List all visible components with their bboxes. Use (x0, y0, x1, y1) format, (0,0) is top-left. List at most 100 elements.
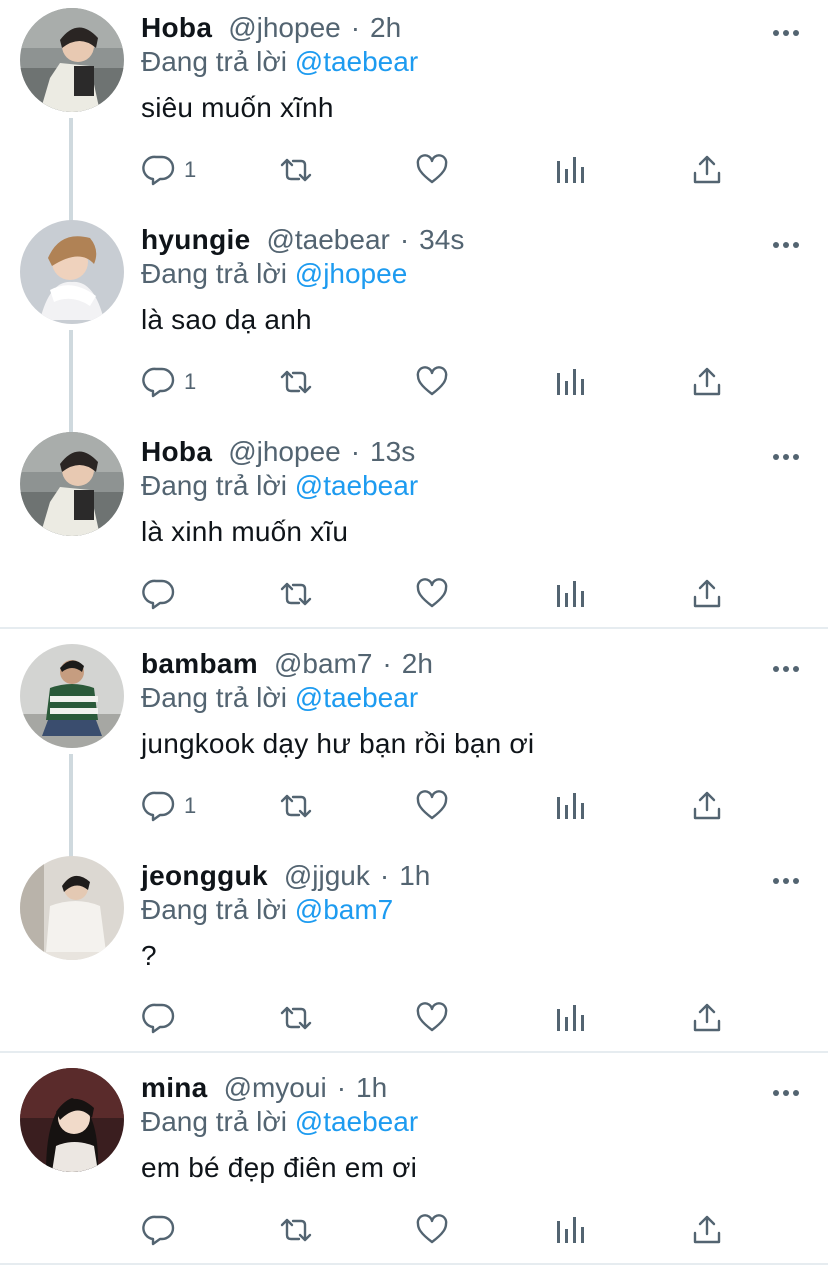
tweet[interactable]: Hoba @jhopee · 2h Đang trả lời @taebear … (0, 0, 828, 212)
like-button[interactable] (415, 1206, 449, 1254)
author-name[interactable]: Hoba (141, 436, 212, 468)
tweet-text: siêu muốn xĩnh (141, 92, 334, 123)
like-icon (415, 1001, 449, 1035)
more-icon[interactable] (772, 1084, 800, 1096)
tweet[interactable]: hyungie @taebear · 34s Đang trả lời @jho… (0, 212, 828, 424)
avatar[interactable] (20, 1068, 124, 1172)
author-name[interactable]: Hoba (141, 12, 212, 44)
analytics-icon (554, 365, 586, 399)
avatar[interactable] (20, 856, 124, 960)
more-icon[interactable] (772, 872, 800, 884)
retweet-icon (278, 789, 314, 823)
author-name[interactable]: mina (141, 1072, 208, 1104)
retweet-button[interactable] (278, 994, 314, 1042)
like-button[interactable] (415, 782, 449, 830)
like-button[interactable] (415, 570, 449, 618)
like-icon (415, 153, 449, 187)
replying-to-handle[interactable]: @taebear (295, 1106, 418, 1137)
author-name[interactable]: bambam (141, 648, 258, 680)
retweet-button[interactable] (278, 358, 314, 406)
analytics-button[interactable] (554, 994, 586, 1042)
share-button[interactable] (690, 782, 724, 830)
retweet-button[interactable] (278, 570, 314, 618)
share-icon (690, 1213, 724, 1247)
analytics-button[interactable] (554, 358, 586, 406)
reply-thread-feed: Hoba @jhopee · 2h Đang trả lời @taebear … (0, 0, 828, 1272)
action-bar (0, 994, 828, 1042)
replying-to-handle[interactable]: @taebear (295, 46, 418, 77)
share-button[interactable] (690, 358, 724, 406)
reply-count: 1 (184, 157, 197, 182)
more-icon[interactable] (772, 660, 800, 672)
replying-to-handle[interactable]: @jhopee (295, 258, 408, 289)
author-handle[interactable]: @bam7 (274, 648, 372, 680)
tweet[interactable]: Hoba @jhopee · 13s Đang trả lời @taebear… (0, 424, 828, 636)
reply-button[interactable] (142, 994, 184, 1042)
share-icon (690, 789, 724, 823)
author-handle[interactable]: @taebear (266, 224, 389, 256)
more-icon[interactable] (772, 24, 800, 36)
tweet[interactable]: mina @myoui · 1h Đang trả lời @taebear e… (0, 1060, 828, 1272)
reply-button[interactable] (142, 570, 184, 618)
author-name[interactable]: jeongguk (141, 860, 268, 892)
reply-button[interactable]: 1 (142, 146, 196, 194)
author-name[interactable]: hyungie (141, 224, 250, 256)
retweet-button[interactable] (278, 782, 314, 830)
tweet-text: em bé đẹp điên em ơi (141, 1152, 418, 1183)
reply-button[interactable] (142, 1206, 184, 1254)
tweet-header: jeongguk @jjguk · 1h (141, 858, 430, 894)
replying-to-label: Đang trả lời (141, 46, 287, 77)
retweet-button[interactable] (278, 1206, 314, 1254)
tweet-header: bambam @bam7 · 2h (141, 646, 433, 682)
replying-to-label: Đang trả lời (141, 1106, 287, 1137)
retweet-button[interactable] (278, 146, 314, 194)
replying-to-label: Đang trả lời (141, 682, 287, 713)
more-icon[interactable] (772, 448, 800, 460)
avatar[interactable] (20, 644, 124, 748)
analytics-button[interactable] (554, 146, 586, 194)
tweet-header: Hoba @jhopee · 13s (141, 434, 415, 470)
avatar[interactable] (20, 220, 124, 324)
action-bar: 1 (0, 782, 828, 830)
separator-dot: · (399, 224, 410, 255)
analytics-button[interactable] (554, 1206, 586, 1254)
timestamp[interactable]: 2h (370, 12, 401, 44)
author-handle[interactable]: @myoui (224, 1072, 327, 1104)
replying-to-handle[interactable]: @taebear (295, 682, 418, 713)
reply-button[interactable]: 1 (142, 782, 196, 830)
more-icon[interactable] (772, 236, 800, 248)
avatar[interactable] (20, 432, 124, 536)
avatar[interactable] (20, 8, 124, 112)
share-button[interactable] (690, 994, 724, 1042)
replying-to-handle[interactable]: @bam7 (295, 894, 393, 925)
analytics-button[interactable] (554, 782, 586, 830)
action-bar (0, 1206, 828, 1254)
action-bar: 1 (0, 358, 828, 406)
timestamp[interactable]: 34s (419, 224, 464, 256)
tweet[interactable]: jeongguk @jjguk · 1h Đang trả lời @bam7 … (0, 848, 828, 1060)
analytics-button[interactable] (554, 570, 586, 618)
tweet[interactable]: bambam @bam7 · 2h Đang trả lời @taebear … (0, 636, 828, 848)
author-handle[interactable]: @jjguk (284, 860, 370, 892)
reply-button[interactable]: 1 (142, 358, 196, 406)
reply-icon (142, 789, 176, 823)
like-button[interactable] (415, 358, 449, 406)
tweet-text: jungkook dạy hư bạn rồi bạn ơi (141, 728, 535, 759)
timestamp[interactable]: 2h (402, 648, 433, 680)
action-bar: 1 (0, 146, 828, 194)
replying-to-handle[interactable]: @taebear (295, 470, 418, 501)
timestamp[interactable]: 1h (356, 1072, 387, 1104)
like-button[interactable] (415, 994, 449, 1042)
retweet-icon (278, 365, 314, 399)
analytics-icon (554, 1001, 586, 1035)
timestamp[interactable]: 13s (370, 436, 415, 468)
like-button[interactable] (415, 146, 449, 194)
share-button[interactable] (690, 146, 724, 194)
share-button[interactable] (690, 1206, 724, 1254)
author-handle[interactable]: @jhopee (228, 436, 341, 468)
share-icon (690, 577, 724, 611)
replying-to: Đang trả lời @jhopee (141, 258, 407, 290)
share-button[interactable] (690, 570, 724, 618)
timestamp[interactable]: 1h (399, 860, 430, 892)
author-handle[interactable]: @jhopee (228, 12, 341, 44)
